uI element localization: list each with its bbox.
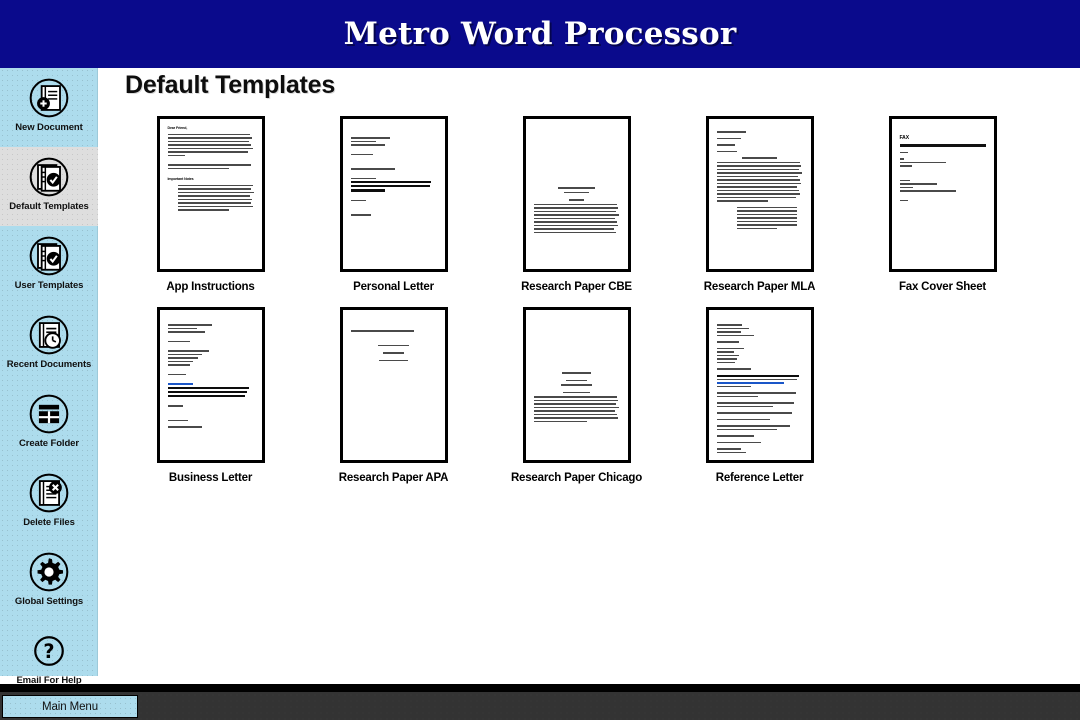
template-row: Dear Friend, Important Notes App Instruc… (119, 116, 1069, 293)
template-label: Research Paper CBE (521, 281, 632, 293)
template-label: Research Paper Chicago (510, 472, 643, 484)
template-label: Reference Letter (715, 472, 804, 484)
content-area: Default Templates Dear Friend, Important… (99, 68, 1080, 676)
document-preview (526, 310, 628, 460)
template-label: Fax Cover Sheet (898, 281, 987, 293)
template-tile-reference-letter[interactable]: Reference Letter (668, 307, 851, 484)
main-menu-button[interactable]: Main Menu (2, 695, 138, 718)
template-tile-app-instructions[interactable]: Dear Friend, Important Notes App Instruc… (119, 116, 302, 293)
template-thumbnail[interactable] (522, 116, 631, 272)
template-thumbnail[interactable] (339, 307, 448, 463)
template-thumbnail[interactable] (705, 116, 814, 272)
document-plus-icon (29, 78, 69, 118)
template-label: Business Letter (168, 472, 253, 484)
template-tile-research-paper-apa[interactable]: Research Paper APA (302, 307, 485, 484)
document-preview: FAX (892, 119, 994, 269)
document-clock-icon (29, 315, 69, 355)
document-preview (160, 310, 262, 460)
template-thumbnail[interactable] (156, 307, 265, 463)
sidebar-item-user-templates[interactable]: User Templates (0, 226, 98, 305)
document-preview (343, 119, 445, 269)
sidebar-item-new-document[interactable]: New Document (0, 68, 98, 147)
document-preview (526, 119, 628, 269)
template-thumbnail[interactable]: FAX (888, 116, 997, 272)
sidebar-item-label: Create Folder (19, 438, 79, 449)
template-thumbnail[interactable] (705, 307, 814, 463)
sidebar-item-recent-documents[interactable]: Recent Documents (0, 305, 98, 384)
sidebar-item-label: User Templates (14, 280, 84, 291)
template-thumbnail[interactable] (339, 116, 448, 272)
document-check-icon (29, 157, 69, 197)
app-window: Metro Word Processor New Document Defaul… (0, 0, 1080, 720)
sidebar-item-label: Global Settings (14, 596, 84, 607)
template-label: App Instructions (166, 281, 255, 293)
footer-bar: Main Menu (0, 684, 1080, 720)
gear-icon (29, 552, 69, 592)
template-tile-fax-cover-sheet[interactable]: FAX Fax Cover Sheet (851, 116, 1034, 293)
template-tile-business-letter[interactable]: Business Letter (119, 307, 302, 484)
document-preview (343, 310, 445, 460)
template-tile-research-paper-chicago[interactable]: Research Paper Chicago (485, 307, 668, 484)
sidebar-item-label: New Document (15, 122, 83, 133)
sidebar-item-label: Recent Documents (6, 359, 92, 370)
sidebar: New Document Default Templates User Temp… (0, 68, 98, 686)
folder-plus-icon (29, 394, 69, 434)
sidebar-item-delete-files[interactable]: Delete Files (0, 463, 98, 542)
sidebar-item-global-settings[interactable]: Global Settings (0, 542, 98, 621)
document-check-icon (29, 236, 69, 276)
document-preview (709, 119, 811, 269)
template-thumbnail[interactable]: Dear Friend, Important Notes (156, 116, 265, 272)
template-thumbnail[interactable] (522, 307, 631, 463)
template-label: Research Paper MLA (703, 281, 816, 293)
document-x-icon (29, 473, 69, 513)
title-bar: Metro Word Processor (0, 0, 1080, 68)
template-row: Business Letter Research Paper APA Resea… (119, 307, 1069, 484)
template-label: Personal Letter (353, 281, 434, 293)
template-tile-research-paper-mla[interactable]: Research Paper MLA (668, 116, 851, 293)
document-preview (709, 310, 811, 460)
preview-heading: FAX (899, 135, 910, 141)
sidebar-item-label: Default Templates (9, 201, 89, 212)
sidebar-item-label: Delete Files (23, 517, 75, 528)
app-title: Metro Word Processor (343, 16, 737, 52)
template-label: Research Paper APA (338, 472, 449, 484)
template-tile-research-paper-cbe[interactable]: Research Paper CBE (485, 116, 668, 293)
template-tile-personal-letter[interactable]: Personal Letter (302, 116, 485, 293)
document-preview: Dear Friend, Important Notes (160, 119, 262, 269)
question-mark-icon: ? (34, 636, 64, 666)
svg-text:?: ? (43, 640, 54, 663)
template-grid: Dear Friend, Important Notes App Instruc… (119, 116, 1069, 498)
sidebar-item-default-templates[interactable]: Default Templates (0, 147, 98, 226)
main-menu-label: Main Menu (42, 700, 98, 713)
sidebar-item-create-folder[interactable]: Create Folder (0, 384, 98, 463)
page-title: Default Templates (125, 71, 336, 99)
